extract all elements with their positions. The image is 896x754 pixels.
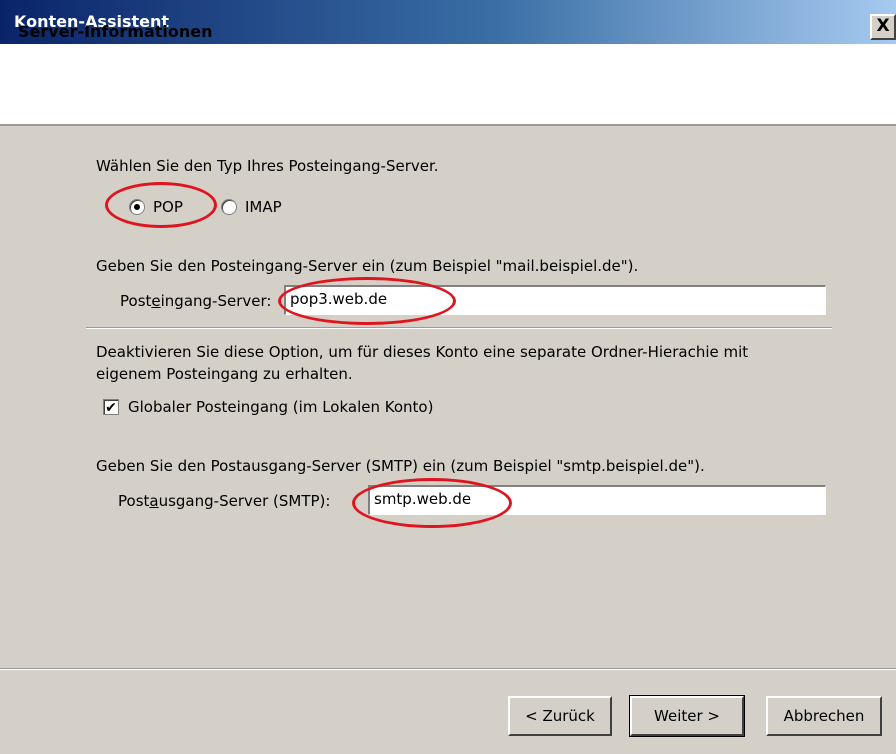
outgoing-server-prompt: Geben Sie den Postausgang-Server (SMTP) … bbox=[96, 457, 705, 475]
radio-imap-label[interactable]: IMAP bbox=[245, 198, 282, 216]
close-icon: X bbox=[876, 16, 890, 36]
close-button[interactable]: X bbox=[870, 14, 896, 40]
check-icon: ✔ bbox=[105, 399, 117, 415]
divider-highlight bbox=[86, 328, 832, 329]
server-type-prompt: Wählen Sie den Typ Ihres Posteingang-Ser… bbox=[96, 157, 439, 175]
cancel-button[interactable]: Abbrechen bbox=[766, 696, 882, 736]
annotation-circle-outgoing bbox=[352, 478, 512, 528]
back-button[interactable]: < Zurück bbox=[508, 696, 612, 736]
global-inbox-checkbox[interactable]: ✔ bbox=[103, 399, 119, 415]
outgoing-server-label: Postausgang-Server (SMTP): bbox=[118, 492, 331, 510]
radio-imap[interactable] bbox=[221, 199, 237, 215]
annotation-circle-incoming bbox=[278, 277, 456, 325]
incoming-server-prompt: Geben Sie den Posteingang-Server ein (zu… bbox=[96, 257, 639, 275]
global-inbox-prompt-line2: eigenem Posteingang zu erhalten. bbox=[96, 365, 353, 383]
page-title: Server-Informationen bbox=[18, 22, 213, 41]
global-inbox-label[interactable]: Globaler Posteingang (im Lokalen Konto) bbox=[128, 398, 433, 416]
annotation-circle-pop bbox=[105, 182, 217, 228]
wizard-header bbox=[0, 44, 896, 126]
global-inbox-prompt-line1: Deaktivieren Sie diese Option, um für di… bbox=[96, 343, 749, 361]
next-button[interactable]: Weiter > bbox=[629, 695, 745, 737]
incoming-server-label: Posteingang-Server: bbox=[120, 292, 272, 310]
footer-divider-highlight bbox=[0, 669, 896, 670]
